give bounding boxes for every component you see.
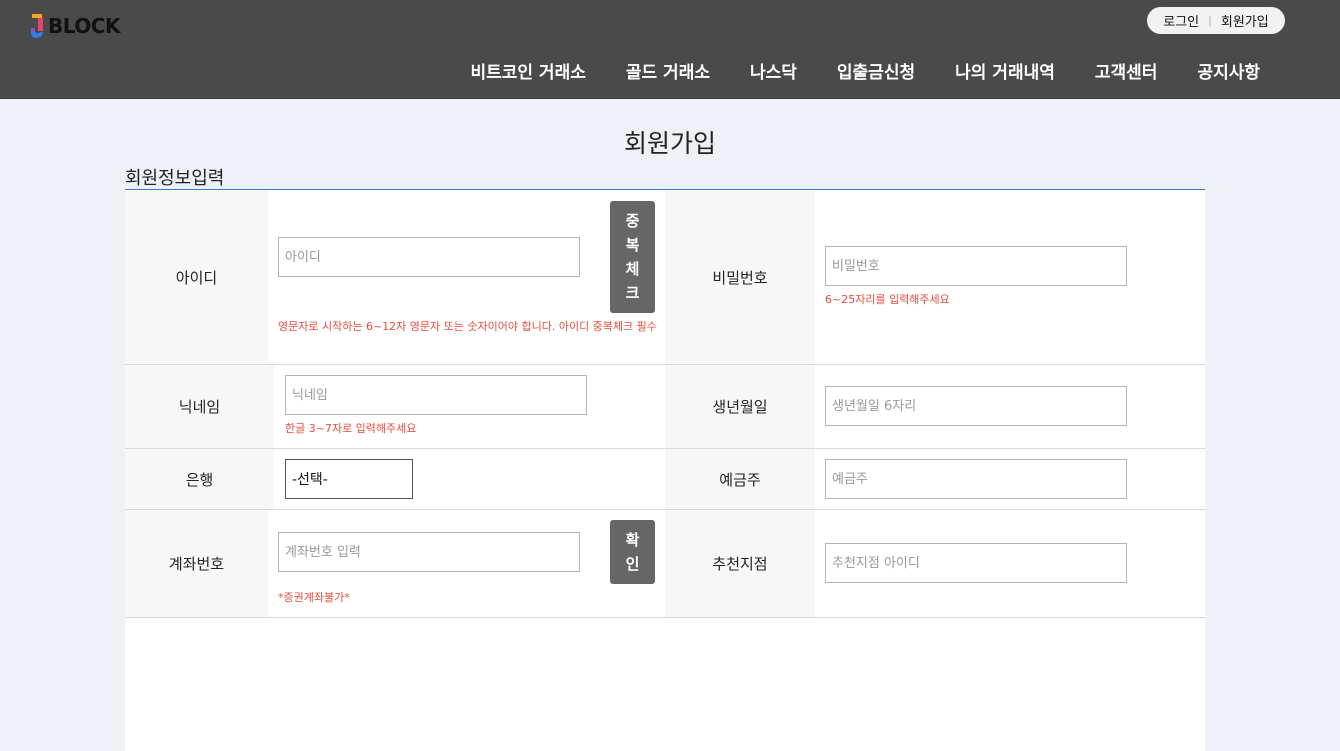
nickname-input[interactable] xyxy=(285,375,587,415)
birth-label: 생년월일 xyxy=(665,365,815,448)
check-button-char: 중 xyxy=(625,212,640,230)
nav-notice[interactable]: 공지사항 xyxy=(1197,58,1260,83)
referrer-input[interactable] xyxy=(825,543,1127,583)
nav-nasdaq[interactable]: 나스닥 xyxy=(750,58,797,83)
form-row-bank: 은행 -선택- 예금주 xyxy=(125,449,1205,510)
confirm-button-char: 확 xyxy=(625,531,640,549)
id-duplicate-check-button[interactable]: 중 복 체 크 xyxy=(610,201,655,313)
password-hint: 6~25자리를 입력해주세요 xyxy=(825,293,950,306)
logo-text: BLOCK xyxy=(48,14,120,38)
page-title: 회원가입 xyxy=(623,129,716,158)
nav-support[interactable]: 고객센터 xyxy=(1095,58,1158,83)
holder-input[interactable] xyxy=(825,459,1127,499)
bank-label: 은행 xyxy=(125,449,274,509)
holder-label: 예금주 xyxy=(665,449,815,509)
main-nav: 비트코인 거래소 골드 거래소 나스닥 입출금신청 나의 거래내역 고객센터 공… xyxy=(430,58,1260,83)
nav-bitcoin-exchange[interactable]: 비트코인 거래소 xyxy=(470,58,585,83)
section-title: 회원정보입력 xyxy=(125,168,225,189)
nav-my-trades[interactable]: 나의 거래내역 xyxy=(955,58,1055,83)
confirm-button-char: 인 xyxy=(625,555,640,573)
nav-deposit-withdraw[interactable]: 입출금신청 xyxy=(837,58,915,83)
auth-links: 로그인 | 회원가입 xyxy=(1147,7,1285,34)
account-input[interactable] xyxy=(278,532,580,572)
nickname-hint: 한글 3~7자로 입력해주세요 xyxy=(285,422,417,435)
header: BLOCK 로그인 | 회원가입 비트코인 거래소 골드 거래소 나스닥 입출금… xyxy=(0,0,1340,99)
logo[interactable]: BLOCK xyxy=(28,12,120,40)
check-button-char: 복 xyxy=(625,236,640,254)
id-label: 아이디 xyxy=(125,190,268,364)
bank-select[interactable]: -선택- xyxy=(285,459,413,499)
birth-input[interactable] xyxy=(825,386,1127,426)
password-label: 비밀번호 xyxy=(665,190,815,364)
check-button-char: 크 xyxy=(625,284,640,302)
account-label: 계좌번호 xyxy=(125,510,268,617)
referrer-label: 추천지점 xyxy=(665,510,815,617)
auth-divider: | xyxy=(1208,14,1212,27)
form-row-account: 계좌번호 확 인 *증권계좌불가* 추천지점 xyxy=(125,510,1205,618)
signup-link[interactable]: 회원가입 xyxy=(1221,11,1269,30)
nickname-label: 닉네임 xyxy=(125,365,274,448)
id-hint: 영문자로 시작하는 6~12자 영문자 또는 숫자이어야 합니다. 아이디 중복… xyxy=(278,320,657,333)
signup-form: 아이디 중 복 체 크 영문자로 시작하는 6~12자 영문자 또는 숫자이어야… xyxy=(125,190,1205,751)
form-row-nickname: 닉네임 한글 3~7자로 입력해주세요 생년월일 xyxy=(125,365,1205,449)
form-row-id: 아이디 중 복 체 크 영문자로 시작하는 6~12자 영문자 또는 숫자이어야… xyxy=(125,190,1205,365)
account-hint: *증권계좌불가* xyxy=(278,591,350,604)
login-link[interactable]: 로그인 xyxy=(1163,11,1199,30)
account-confirm-button[interactable]: 확 인 xyxy=(610,520,655,584)
check-button-char: 체 xyxy=(625,260,640,278)
logo-j-icon xyxy=(30,14,43,38)
nav-gold-exchange[interactable]: 골드 거래소 xyxy=(626,58,710,83)
password-input[interactable] xyxy=(825,246,1127,286)
id-input[interactable] xyxy=(278,237,580,277)
